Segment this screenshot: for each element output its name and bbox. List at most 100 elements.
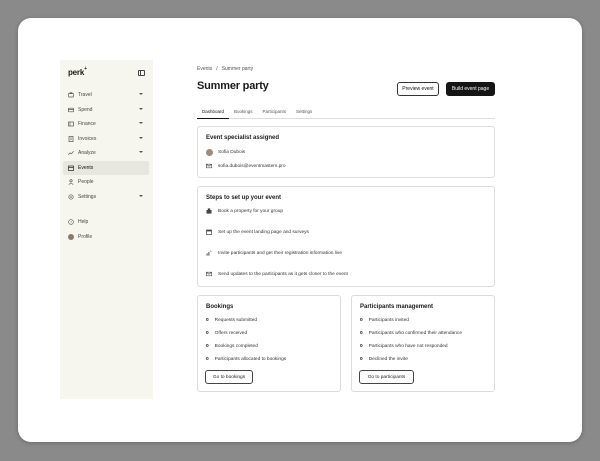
specialist-name-row: Sofia Dubois <box>206 149 245 156</box>
sidebar-item-analyze[interactable]: Analyze <box>63 146 149 161</box>
bank-icon <box>68 121 74 127</box>
logo-mark: + <box>84 66 87 72</box>
step-label: Book a property for your group <box>218 208 284 214</box>
sidebar-item-settings[interactable]: Settings <box>63 190 149 205</box>
sidebar-item-label: Analyze <box>78 150 96 157</box>
mail-icon <box>206 271 212 277</box>
stat-label: Requests submitted <box>214 318 258 323</box>
chevron-down-icon <box>139 151 143 153</box>
stat-count: 0 <box>360 344 363 349</box>
avatar <box>206 149 213 156</box>
go-to-participants-button[interactable]: Go to participants <box>359 370 414 384</box>
specialist-email-row: sofia.dubois@eventmasters.pro <box>206 163 286 169</box>
stat-row: 0 Bookings completed <box>206 344 258 349</box>
invite-icon <box>206 250 212 256</box>
specialist-card-title: Event specialist assigned <box>206 135 280 141</box>
breadcrumb-separator: / <box>216 66 218 72</box>
sidebar-item-label: People <box>78 179 94 186</box>
specialist-card: Event specialist assigned Sofia Dubois s… <box>197 126 495 178</box>
chevron-down-icon <box>139 93 143 95</box>
sidebar-item-label: Settings <box>78 193 97 200</box>
preview-event-button[interactable]: Preview event <box>397 82 439 96</box>
calendar-icon <box>68 165 74 171</box>
stat-row: 0 Requests submitted <box>206 318 257 323</box>
tab-bookings[interactable]: Bookings <box>229 107 258 119</box>
stat-row: 0 Declined the invite <box>360 357 408 362</box>
build-event-page-button[interactable]: Build event page <box>446 82 495 96</box>
stat-count: 0 <box>206 357 209 362</box>
mail-icon <box>206 163 212 169</box>
stat-label: Offers received <box>214 331 248 336</box>
invoice-icon <box>68 135 74 142</box>
sidebar-collapse-icon[interactable] <box>138 70 145 76</box>
sidebar-item-label: Spend <box>78 106 93 113</box>
steps-card: Steps to set up your event Book a proper… <box>197 186 495 287</box>
building-icon <box>206 208 212 214</box>
stat-label: Participants invited <box>368 318 409 323</box>
chart-icon <box>68 150 74 156</box>
chevron-down-icon <box>139 122 143 124</box>
steps-card-title: Steps to set up your event <box>206 195 282 201</box>
stat-row: 0 Participants allocated to bookings <box>206 357 286 362</box>
breadcrumb-parent[interactable]: Events <box>197 66 212 72</box>
tab-settings[interactable]: Settings <box>291 107 317 119</box>
sidebar-item-label: Travel <box>78 92 92 99</box>
breadcrumb-current: Summer party <box>221 66 254 72</box>
stat-count: 0 <box>206 318 209 323</box>
plane-icon <box>68 92 74 98</box>
participants-card: Participants management 0 Participants in… <box>351 295 495 392</box>
logo[interactable]: perk+ <box>68 66 87 77</box>
svg-text:?: ? <box>70 221 72 225</box>
sidebar-item-travel[interactable]: Travel <box>63 88 149 103</box>
step-item[interactable]: Book a property for your group <box>206 208 283 214</box>
sidebar-item-help[interactable]: ? Help <box>63 215 149 230</box>
step-item[interactable]: Send updates to the participants as it g… <box>206 271 348 277</box>
app-window: perk+ Travel Spend Finance Invoices Anal… <box>18 18 582 442</box>
stat-count: 0 <box>360 318 363 323</box>
logo-text: perk <box>68 68 85 77</box>
bookings-card: Bookings 0 Requests submitted 0 Offers rec… <box>197 295 341 392</box>
sidebar-item-label: Invoices <box>78 135 97 142</box>
stat-row: 0 Participants who confirmed their attend… <box>360 331 462 336</box>
specialist-email[interactable]: sofia.dubois@eventmasters.pro <box>218 164 286 169</box>
chevron-down-icon <box>139 194 143 197</box>
sidebar-item-label: Events <box>78 164 94 171</box>
page-title: Summer party <box>197 80 269 92</box>
participants-card-title: Participants management <box>360 304 434 310</box>
calendar-icon <box>206 229 212 235</box>
sidebar-nav: Travel Spend Finance Invoices Analyze Ev… <box>63 88 149 204</box>
gear-icon <box>68 194 74 200</box>
sidebar-item-label: Help <box>78 219 89 226</box>
sidebar-item-label: Profile <box>78 233 93 240</box>
sidebar-item-finance[interactable]: Finance <box>63 117 149 132</box>
stat-count: 0 <box>360 331 363 336</box>
step-label: Invite participants and get their regist… <box>218 250 342 256</box>
specialist-name: Sofia Dubois <box>218 150 246 155</box>
sidebar-item-events[interactable]: Events <box>63 160 149 175</box>
avatar <box>68 233 74 240</box>
sidebar-item-invoices[interactable]: Invoices <box>63 132 149 147</box>
person-icon <box>68 179 74 186</box>
bookings-card-title: Bookings <box>206 304 234 310</box>
step-label: Set up the event landing page and survey… <box>218 229 309 235</box>
stat-row: 0 Participants who have not responded <box>360 344 448 349</box>
help-icon: ? <box>68 219 74 225</box>
tab-participants[interactable]: Participants <box>258 107 292 119</box>
stat-label: Participants who have not responded <box>368 344 448 349</box>
step-item[interactable]: Set up the event landing page and survey… <box>206 229 309 235</box>
sidebar-item-label: Finance <box>78 121 96 128</box>
chevron-down-icon <box>139 136 143 139</box>
step-label: Send updates to the participants as it g… <box>218 271 348 277</box>
stat-label: Participants allocated to bookings <box>214 357 287 362</box>
stat-row: 0 Offers received <box>206 331 247 336</box>
step-item[interactable]: Invite participants and get their regist… <box>206 250 342 256</box>
tab-dashboard[interactable]: Dashboard <box>197 107 230 119</box>
stat-label: Participants who confirmed their attenda… <box>368 331 462 336</box>
tab-bar: Dashboard Bookings Participants Settings <box>197 107 495 119</box>
breadcrumb: Events / Summer party <box>197 66 495 72</box>
sidebar-item-spend[interactable]: Spend <box>63 103 149 118</box>
sidebar-item-profile[interactable]: Profile <box>63 230 149 245</box>
stat-count: 0 <box>360 357 363 362</box>
go-to-bookings-button[interactable]: Go to bookings <box>205 370 253 384</box>
sidebar-item-people[interactable]: People <box>63 175 149 190</box>
